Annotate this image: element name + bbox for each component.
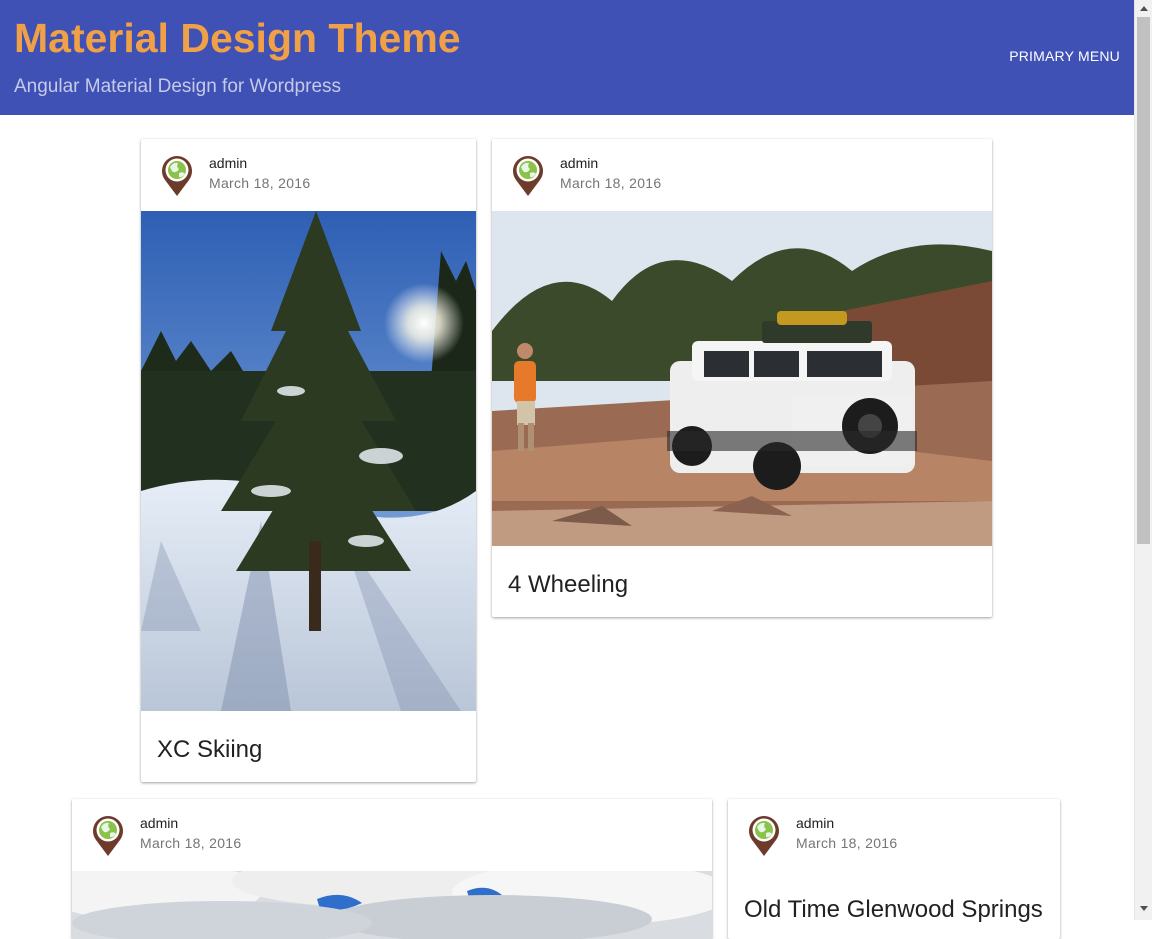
post-date: March 18, 2016 (209, 175, 311, 191)
map-pin-avatar-icon (511, 153, 545, 197)
post-author[interactable]: admin (140, 815, 178, 831)
post-card: admin March 18, 2016 (72, 799, 712, 939)
post-card-header: admin March 18, 2016 (72, 799, 712, 871)
post-card-header: admin March 18, 2016 (728, 799, 1060, 871)
post-author[interactable]: admin (560, 155, 598, 171)
post-card: admin March 18, 2016 (141, 139, 476, 782)
post-image-suv-on-rocks[interactable] (492, 211, 992, 546)
post-title[interactable]: 4 Wheeling (508, 571, 628, 599)
post-date: March 18, 2016 (560, 175, 662, 191)
post-card-header: admin March 18, 2016 (141, 139, 476, 211)
post-card: admin March 18, 2016 (492, 139, 992, 617)
post-author[interactable]: admin (796, 815, 834, 831)
post-title[interactable]: XC Skiing (157, 736, 262, 764)
vertical-scrollbar[interactable] (1134, 0, 1152, 920)
post-image-snowy-pine-tree[interactable] (141, 211, 476, 711)
primary-menu-button[interactable]: PRIMARY MENU (1009, 48, 1120, 64)
post-image-cloudy-sky[interactable] (72, 871, 712, 939)
site-title[interactable]: Material Design Theme (14, 14, 461, 62)
post-date: March 18, 2016 (140, 835, 242, 851)
site-tagline: Angular Material Design for Wordpress (14, 76, 342, 97)
post-card: admin March 18, 2016 Old Time Glenwood S… (728, 799, 1060, 939)
scrollbar-thumb[interactable] (1137, 17, 1150, 544)
map-pin-avatar-icon (747, 813, 781, 857)
post-date: March 18, 2016 (796, 835, 898, 851)
site-header: Material Design Theme Angular Material D… (0, 0, 1134, 115)
post-author[interactable]: admin (209, 155, 247, 171)
map-pin-avatar-icon (91, 813, 125, 857)
post-card-header: admin March 18, 2016 (492, 139, 992, 211)
scroll-down-arrow-icon[interactable] (1140, 906, 1148, 911)
map-pin-avatar-icon (160, 153, 194, 197)
scroll-up-arrow-icon[interactable] (1140, 6, 1148, 11)
